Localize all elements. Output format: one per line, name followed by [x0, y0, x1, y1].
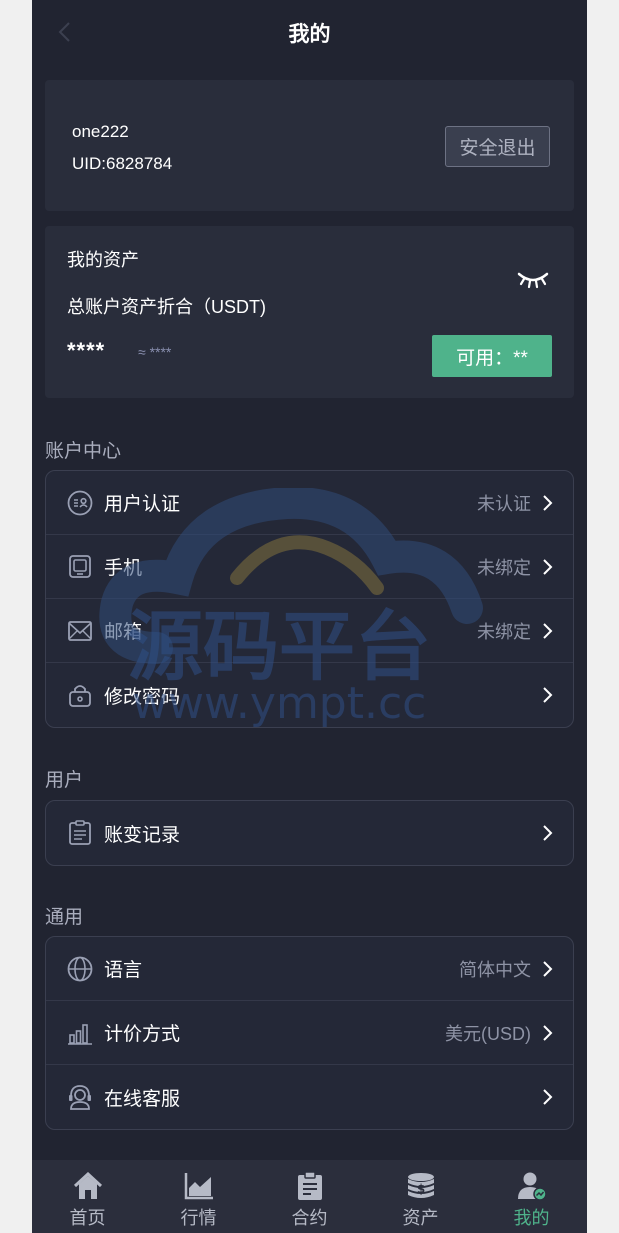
row-label: 修改密码 [104, 686, 181, 708]
id-card-icon [66, 489, 94, 517]
row-label: 账变记录 [104, 824, 181, 846]
row-value: 未认证 [477, 493, 531, 514]
row-account-records[interactable]: 账变记录 [46, 801, 573, 865]
row-label: 计价方式 [104, 1024, 181, 1045]
back-button[interactable] [52, 20, 76, 44]
contract-icon [294, 1170, 326, 1202]
section-label-user: 用户 [45, 770, 84, 791]
username: one222 [72, 122, 129, 141]
chart-icon [183, 1170, 215, 1202]
page-title: 我的 [288, 23, 331, 46]
row-value: 美元(USD) [445, 1023, 531, 1044]
nav-label: 我的 [513, 1208, 550, 1228]
mail-icon [66, 617, 94, 645]
bottom-nav: 首页 行情 合约 $ 资产 我的 [32, 1160, 587, 1233]
row-language[interactable]: 语言 简体中文 [46, 937, 573, 1001]
phone-icon [66, 553, 94, 581]
available-balance-button[interactable]: 可用：** [432, 335, 552, 377]
svg-text:$: $ [416, 1182, 424, 1196]
chevron-right-icon [541, 685, 555, 705]
row-value: 未绑定 [477, 557, 531, 578]
row-label: 手机 [104, 558, 143, 579]
chevron-right-icon [541, 493, 555, 513]
app-screen: 我的 one222 UID:6828784 安全退出 我的资产 总账户资产折合（… [32, 0, 587, 1233]
section-label-general: 通用 [45, 907, 84, 928]
user-icon [516, 1170, 548, 1202]
logout-button[interactable]: 安全退出 [445, 126, 550, 167]
row-label: 在线客服 [104, 1088, 181, 1110]
row-online-support[interactable]: 在线客服 [46, 1065, 573, 1129]
section-label-account: 账户中心 [45, 441, 122, 462]
clipboard-icon [66, 819, 94, 847]
chevron-right-icon [541, 621, 555, 641]
nav-item-contract[interactable]: 合约 [254, 1160, 365, 1233]
nav-item-profile[interactable]: 我的 [476, 1160, 587, 1233]
general-group: 语言 简体中文 计价方式 美元(USD) 在线客服 [45, 936, 574, 1130]
profile-card: one222 UID:6828784 安全退出 [45, 80, 574, 211]
row-label: 语言 [104, 960, 143, 981]
nav-item-market[interactable]: 行情 [143, 1160, 254, 1233]
row-label: 用户认证 [104, 494, 181, 515]
account-center-group: 用户认证 未认证 手机 未绑定 邮箱 未绑定 修改密码 [45, 470, 574, 728]
nav-label: 合约 [291, 1208, 328, 1228]
asset-title: 我的资产 [67, 250, 139, 270]
home-icon [72, 1170, 104, 1202]
row-pricing-method[interactable]: 计价方式 美元(USD) [46, 1001, 573, 1065]
row-user-verification[interactable]: 用户认证 未认证 [46, 471, 573, 535]
nav-item-home[interactable]: 首页 [32, 1160, 143, 1233]
row-phone[interactable]: 手机 未绑定 [46, 535, 573, 599]
globe-icon [66, 955, 94, 983]
row-email[interactable]: 邮箱 未绑定 [46, 599, 573, 663]
eye-closed-icon[interactable] [516, 268, 550, 290]
asset-hidden-amount: **** [67, 338, 106, 363]
user-group: 账变记录 [45, 800, 574, 866]
row-value: 未绑定 [477, 621, 531, 642]
coins-icon: $ [405, 1170, 437, 1202]
row-value: 简体中文 [459, 959, 531, 980]
chevron-right-icon [541, 1023, 555, 1043]
user-uid: UID:6828784 [72, 154, 173, 173]
nav-item-assets[interactable]: $ 资产 [365, 1160, 476, 1233]
chevron-right-icon [541, 557, 555, 577]
nav-label: 行情 [180, 1208, 217, 1228]
asset-subtitle: 总账户资产折合（USDT) [67, 297, 266, 317]
row-label: 邮箱 [104, 622, 143, 643]
headset-icon [66, 1083, 94, 1111]
asset-approx-amount: ≈ **** [138, 344, 172, 360]
chevron-left-icon [58, 22, 70, 42]
chevron-right-icon [541, 959, 555, 979]
nav-label: 首页 [69, 1208, 106, 1228]
header: 我的 [32, 0, 587, 66]
bar-chart-icon [66, 1019, 94, 1047]
row-change-password[interactable]: 修改密码 [46, 663, 573, 727]
lock-icon [66, 681, 94, 709]
nav-label: 资产 [402, 1208, 439, 1228]
asset-card: 我的资产 总账户资产折合（USDT) **** ≈ **** 可用：** [45, 226, 574, 398]
chevron-right-icon [541, 823, 555, 843]
chevron-right-icon [541, 1087, 555, 1107]
